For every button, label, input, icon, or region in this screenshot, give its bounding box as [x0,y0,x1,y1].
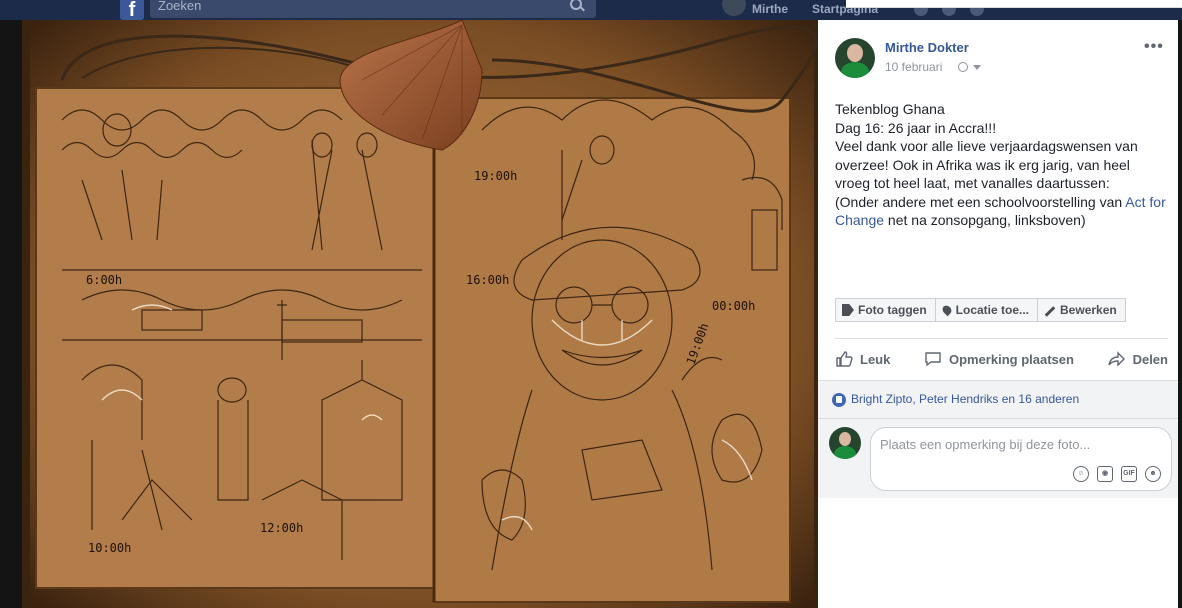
comment-composer: Plaats een opmerking bij deze foto... ☺ … [818,418,1178,498]
share-label: Delen [1132,351,1168,367]
time-label-0000: 00:00h [712,299,755,313]
post-text: Tekenblog Ghana Dag 16: 26 jaar in Accra… [835,100,1167,230]
like-label: Leuk [860,351,891,367]
reaction-bar: Leuk Opmerking plaatsen Delen [835,342,1168,376]
search-placeholder: Zoeken [158,0,202,13]
facebook-logo[interactable]: f [120,0,144,20]
likes-summary: Bright Zipto, Peter Hendriks en 16 ander… [818,380,1178,418]
post-date-link[interactable]: 10 februari [885,60,942,74]
add-location-label: Locatie toe... [955,303,1030,317]
sticker-icon[interactable]: ☻ [1145,466,1161,482]
globe-icon [958,62,968,72]
post-text-line: (Onder andere met een schoolvoorstelling… [835,193,1167,230]
time-label-1600: 16:00h [466,273,509,287]
author-avatar[interactable] [835,38,875,78]
post-text-fragment: (Onder andere met een schoolvoorstelling… [835,193,1126,210]
topbar-overlay-edge [846,0,1182,8]
divider [835,338,1168,339]
thumbs-up-icon [836,351,853,367]
share-button[interactable]: Delen [1107,350,1168,368]
post-text-line: Tekenblog Ghana [835,101,945,117]
post-text-fragment: net na zonsopgang, linksboven) [884,212,1086,228]
post-photo[interactable]: 6:00h 10:00h 12:00h 16:00h 19:00h 00:00h… [22,20,818,608]
comment-label: Opmerking plaatsen [948,351,1074,367]
tag-icon [842,304,854,316]
time-label-1900-top: 19:00h [474,169,517,183]
edit-button[interactable]: Bewerken [1037,298,1126,322]
comment-icon [925,352,941,367]
comment-placeholder: Plaats een opmerking bij deze foto... [880,437,1091,452]
comment-input[interactable]: Plaats een opmerking bij deze foto... ☺ … [870,427,1172,491]
user-name-link[interactable]: Mirthe [752,2,788,16]
search-input[interactable]: Zoeken [150,0,596,18]
likes-summary-link[interactable]: Bright Zipto, Peter Hendriks en 16 ander… [851,392,1079,406]
post-text-line: Veel dank voor alle lieve verjaardagswen… [835,138,1138,191]
author-name-link[interactable]: Mirthe Dokter [885,40,969,55]
sketchbook-drawing: 6:00h 10:00h 12:00h 16:00h 19:00h 00:00h… [22,20,818,608]
like-button[interactable]: Leuk [835,350,890,368]
time-label-0600: 6:00h [86,273,122,287]
comment-button[interactable]: Opmerking plaatsen [924,350,1074,368]
like-badge-icon [832,393,846,407]
location-pin-icon [940,303,953,317]
post-text-line: Dag 16: 26 jaar in Accra!!! [835,119,997,136]
edit-label: Bewerken [1060,303,1117,317]
add-location-button[interactable]: Locatie toe... [934,298,1039,322]
more-options-icon[interactable]: ••• [1144,38,1164,56]
commenter-avatar [829,427,861,459]
search-icon[interactable] [570,0,582,10]
photo-actions: Foto taggen Locatie toe... Bewerken [835,298,1126,322]
comment-tools: ☺ ◉ GIF ☻ [1073,466,1161,482]
tag-photo-button[interactable]: Foto taggen [835,298,936,322]
emoji-icon[interactable]: ☺ [1073,466,1089,482]
time-label-1200: 12:00h [260,521,303,535]
share-icon [1107,351,1125,367]
tag-photo-label: Foto taggen [858,303,927,317]
pencil-icon [1044,305,1056,317]
time-label-1000: 10:00h [88,541,131,555]
chevron-down-icon[interactable] [973,65,981,70]
gif-icon[interactable]: GIF [1121,466,1137,482]
post-side-panel: Mirthe Dokter 10 februari ••• Tekenblog … [818,20,1178,608]
user-avatar[interactable] [722,0,746,16]
camera-icon[interactable]: ◉ [1097,466,1113,482]
